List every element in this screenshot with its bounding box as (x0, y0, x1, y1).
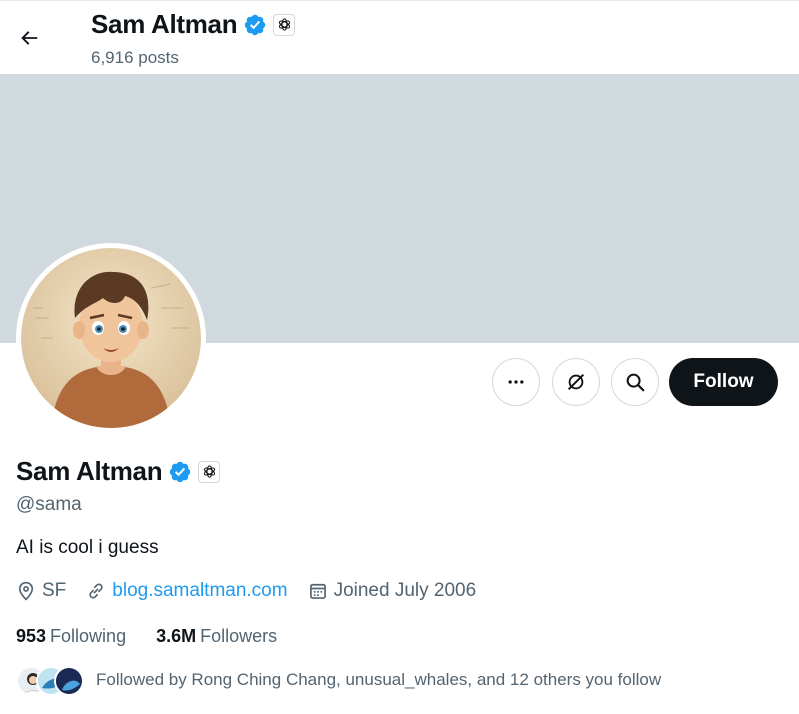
search-icon (626, 373, 645, 392)
grok-button[interactable] (552, 358, 600, 406)
followed-by[interactable]: Followed by Rong Ching Chang, unusual_wh… (16, 664, 661, 696)
openai-affiliate-icon[interactable] (198, 460, 221, 483)
location-item: SF (16, 580, 66, 602)
following-link[interactable]: 953 Following (16, 626, 126, 647)
search-button[interactable] (611, 358, 659, 406)
profile-handle: @sama (16, 494, 82, 515)
calendar-icon (309, 583, 326, 599)
joined-item: Joined July 2006 (308, 580, 477, 602)
website-item[interactable]: blog.samaltman.com (86, 580, 288, 602)
follow-button[interactable]: Follow (669, 358, 778, 406)
openai-logo-icon (278, 18, 290, 31)
profile-name-row: Sam Altman (16, 456, 221, 487)
verified-badge-icon (245, 14, 266, 35)
follow-counts: 953 Following 3.6M Followers (16, 626, 307, 647)
more-icon (508, 380, 524, 384)
profile-meta: SF blog.samaltman.com Joined July 2006 (16, 580, 496, 602)
verified-badge-icon[interactable] (168, 460, 192, 484)
profile-avatar[interactable] (16, 243, 206, 433)
post-count: 6,916 posts (91, 48, 179, 67)
following-label: Following (50, 626, 127, 646)
followers-label: Followers (200, 626, 278, 646)
openai-logo-icon (203, 465, 215, 478)
more-button[interactable] (492, 358, 540, 406)
followed-by-text[interactable]: Followed by Rong Ching Chang, unusual_wh… (96, 670, 661, 690)
header-title: Sam Altman (91, 9, 296, 40)
joined-text: Joined July 2006 (333, 580, 477, 601)
grok-icon (567, 373, 585, 391)
profile-header: Sam Altman 6,916 posts (0, 0, 799, 74)
location-text: SF (42, 580, 67, 601)
website-link[interactable]: blog.samaltman.com (112, 580, 287, 602)
followers-count: 3.6M (156, 626, 197, 646)
following-count: 953 (16, 626, 47, 646)
back-arrow-icon (21, 31, 38, 45)
avatar-image (21, 248, 201, 428)
location-icon (18, 581, 34, 601)
mutual-avatars (16, 664, 84, 696)
mutual-avatar (54, 666, 84, 696)
back-button[interactable] (10, 19, 48, 57)
header-name: Sam Altman (91, 9, 238, 39)
followers-link[interactable]: 3.6M Followers (156, 626, 277, 647)
profile-bio: AI is cool i guess (16, 537, 159, 558)
openai-affiliate-icon[interactable] (273, 13, 296, 36)
profile-name: Sam Altman (16, 456, 163, 486)
link-icon (89, 583, 103, 599)
